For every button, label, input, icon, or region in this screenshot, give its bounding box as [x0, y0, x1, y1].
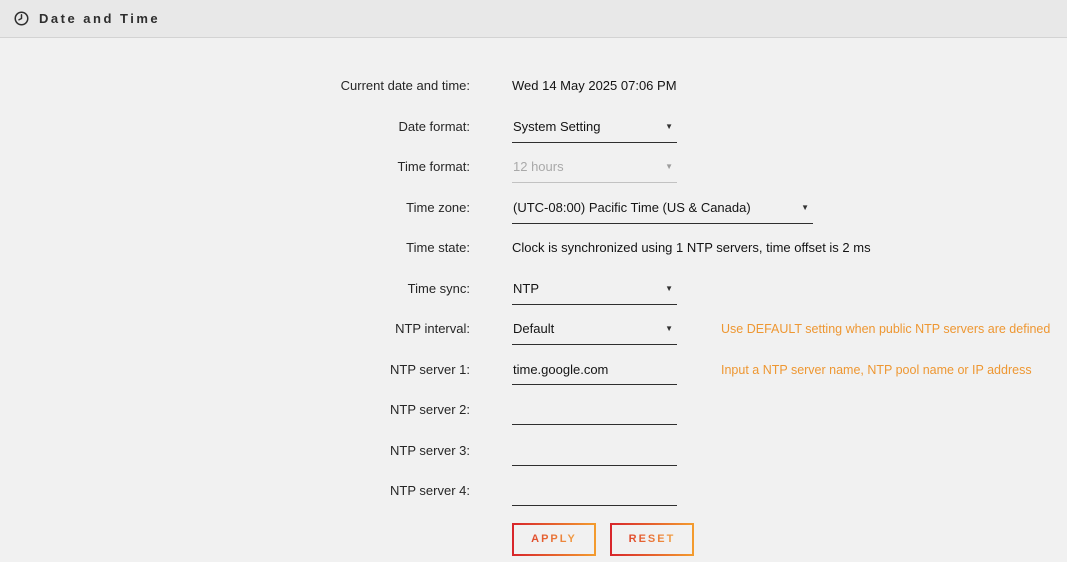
form-row-time-format: Time format: 12 hours ▼ [0, 153, 1067, 194]
time-sync-select[interactable]: NTP ▼ [512, 275, 677, 305]
ntp-server-2-input[interactable] [512, 396, 677, 425]
form-row-ntp-server-2: NTP server 2: [0, 396, 1067, 437]
ntp-server-3-input[interactable] [512, 437, 677, 466]
date-format-select[interactable]: System Setting ▼ [512, 113, 677, 143]
form-row-time-zone: Time zone: (UTC-08:00) Pacific Time (US … [0, 194, 1067, 235]
ntp-server-4-label: NTP server 4: [0, 477, 470, 499]
time-state-value: Clock is synchronized using 1 NTP server… [512, 234, 871, 256]
chevron-down-icon: ▼ [801, 200, 809, 216]
ntp-interval-select[interactable]: Default ▼ [512, 315, 677, 345]
form-row-time-sync: Time sync: NTP ▼ [0, 275, 1067, 316]
time-sync-selected-value: NTP [513, 281, 539, 297]
chevron-down-icon: ▼ [665, 321, 673, 337]
form-row-time-state: Time state: Clock is synchronized using … [0, 234, 1067, 275]
ntp-interval-label: NTP interval: [0, 315, 470, 337]
ntp-interval-hint: Use DEFAULT setting when public NTP serv… [721, 315, 1050, 337]
ntp-interval-selected-value: Default [513, 321, 554, 337]
current-datetime-label: Current date and time: [0, 72, 470, 94]
settings-form: Current date and time: Wed 14 May 2025 0… [0, 38, 1067, 556]
time-zone-label: Time zone: [0, 194, 470, 216]
date-format-selected-value: System Setting [513, 119, 600, 135]
form-row-ntp-server-3: NTP server 3: [0, 437, 1067, 478]
time-format-label: Time format: [0, 153, 470, 175]
clock-icon [14, 11, 29, 26]
reset-button[interactable]: RESET [610, 523, 694, 556]
ntp-server-3-label: NTP server 3: [0, 437, 470, 459]
date-time-settings-page: Date and Time Current date and time: Wed… [0, 0, 1067, 556]
chevron-down-icon: ▼ [665, 119, 673, 135]
form-row-current-datetime: Current date and time: Wed 14 May 2025 0… [0, 72, 1067, 113]
time-zone-select[interactable]: (UTC-08:00) Pacific Time (US & Canada) ▼ [512, 194, 813, 224]
page-title: Date and Time [39, 11, 160, 26]
page-header: Date and Time [0, 0, 1067, 38]
form-row-date-format: Date format: System Setting ▼ [0, 113, 1067, 154]
chevron-down-icon: ▼ [665, 281, 673, 297]
time-format-selected-value: 12 hours [513, 159, 564, 175]
ntp-server-4-input[interactable] [512, 477, 677, 506]
ntp-server-1-input[interactable] [512, 356, 677, 385]
chevron-down-icon: ▼ [665, 159, 673, 175]
time-state-label: Time state: [0, 234, 470, 256]
time-sync-label: Time sync: [0, 275, 470, 297]
current-datetime-value: Wed 14 May 2025 07:06 PM [512, 72, 677, 94]
time-format-select: 12 hours ▼ [512, 153, 677, 183]
reset-button-label: RESET [629, 533, 676, 545]
form-row-ntp-interval: NTP interval: Default ▼ Use DEFAULT sett… [0, 315, 1067, 356]
date-format-label: Date format: [0, 113, 470, 135]
apply-button[interactable]: APPLY [512, 523, 596, 556]
ntp-server-1-label: NTP server 1: [0, 356, 470, 378]
apply-button-label: APPLY [531, 533, 577, 545]
form-row-ntp-server-4: NTP server 4: [0, 477, 1067, 518]
ntp-server-1-hint: Input a NTP server name, NTP pool name o… [721, 356, 1032, 378]
ntp-server-2-label: NTP server 2: [0, 396, 470, 418]
form-row-ntp-server-1: NTP server 1: Input a NTP server name, N… [0, 356, 1067, 397]
form-actions: APPLY RESET [0, 523, 1067, 556]
time-zone-selected-value: (UTC-08:00) Pacific Time (US & Canada) [513, 200, 751, 216]
